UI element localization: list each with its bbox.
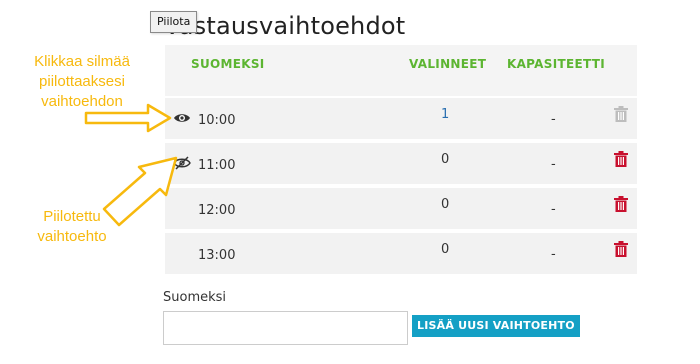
tooltip: Piilota bbox=[150, 11, 198, 33]
arrow-right-icon bbox=[84, 103, 172, 133]
page: Vastausvaihtoehdot Piilota SUOMEKSI VALI… bbox=[0, 0, 700, 364]
annotation-arrows bbox=[84, 103, 178, 227]
arrow-diagonal-icon bbox=[102, 156, 178, 227]
